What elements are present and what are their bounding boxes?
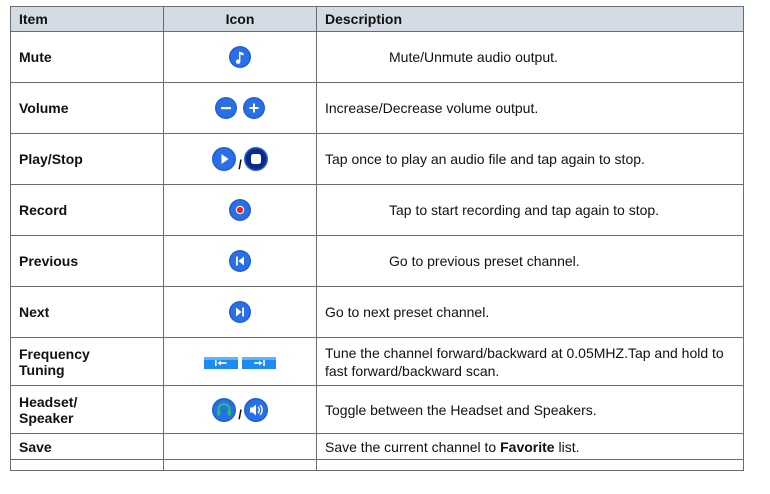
- table-row: Previous Go to previous preset channel.: [10, 235, 744, 287]
- item-play-stop: Play/Stop: [10, 133, 164, 185]
- item-previous: Previous: [10, 235, 164, 287]
- item-next: Next: [10, 286, 164, 338]
- previous-icon: [228, 249, 252, 273]
- separator: /: [238, 407, 242, 423]
- item-line: Frequency: [19, 345, 90, 362]
- table-row: Next Go to next preset channel.: [10, 286, 744, 338]
- headset-icon: [211, 397, 237, 423]
- music-note-icon: [228, 45, 252, 69]
- function-table: Item Icon Description Mute Mute/Unmute a…: [10, 6, 744, 471]
- desc-next: Go to next preset channel.: [316, 286, 744, 338]
- table-row: Volume Increase/Decrease volume output.: [10, 82, 744, 134]
- item-line: Speaker: [19, 409, 74, 426]
- item-headset-speaker: Headset/ Speaker: [10, 385, 164, 434]
- desc-play-stop: Tap once to play an audio file and tap a…: [316, 133, 744, 185]
- tune-forward-icon: [241, 356, 276, 369]
- header-item: Item: [10, 6, 164, 32]
- table-row: Mute Mute/Unmute audio output.: [10, 31, 744, 83]
- item-line: Headset/: [19, 393, 78, 410]
- next-icon: [228, 300, 252, 324]
- icon-cell: [163, 31, 317, 83]
- icon-cell: [163, 184, 317, 236]
- desc-frequency-tuning: Tune the channel forward/backward at 0.0…: [316, 337, 744, 386]
- desc-previous: Go to previous preset channel.: [316, 235, 744, 287]
- desc-mute: Mute/Unmute audio output.: [316, 31, 744, 83]
- item-volume: Volume: [10, 82, 164, 134]
- separator: /: [238, 156, 242, 172]
- desc-headset-speaker: Toggle between the Headset and Speakers.: [316, 385, 744, 434]
- item-frequency-tuning: Frequency Tuning: [10, 337, 164, 386]
- minus-icon: [214, 96, 238, 120]
- desc-save: Save the current channel to Favorite lis…: [316, 433, 744, 460]
- item-mute: Mute: [10, 31, 164, 83]
- tune-backward-icon: [204, 356, 239, 369]
- desc-record: Tap to start recording and tap again to …: [316, 184, 744, 236]
- speaker-icon: [243, 397, 269, 423]
- icon-cell-empty: [163, 433, 317, 460]
- header-description: Description: [316, 6, 744, 32]
- desc-volume: Increase/Decrease volume output.: [316, 82, 744, 134]
- item-record: Record: [10, 184, 164, 236]
- table-row: Frequency Tuning Tune the channel forwar…: [10, 337, 744, 386]
- icon-cell: [163, 337, 317, 386]
- plus-icon: [242, 96, 266, 120]
- table-row: Save Save the current channel to Favorit…: [10, 433, 744, 460]
- item-line: Tuning: [19, 361, 65, 378]
- item-save: Save: [10, 433, 164, 460]
- icon-cell: /: [163, 385, 317, 434]
- table-row: Record Tap to start recording and tap ag…: [10, 184, 744, 236]
- table-row-continued: [10, 459, 744, 471]
- icon-cell: /: [163, 133, 317, 185]
- play-icon: [211, 146, 237, 172]
- table-header-row: Item Icon Description: [10, 6, 744, 32]
- table-row: Play/Stop / Tap once to play an audio fi…: [10, 133, 744, 185]
- stop-icon: [243, 146, 269, 172]
- icon-cell: [163, 286, 317, 338]
- icon-cell: [163, 82, 317, 134]
- header-icon: Icon: [163, 6, 317, 32]
- table-row: Headset/ Speaker / Toggle between the He…: [10, 385, 744, 434]
- record-icon: [228, 198, 252, 222]
- icon-cell: [163, 235, 317, 287]
